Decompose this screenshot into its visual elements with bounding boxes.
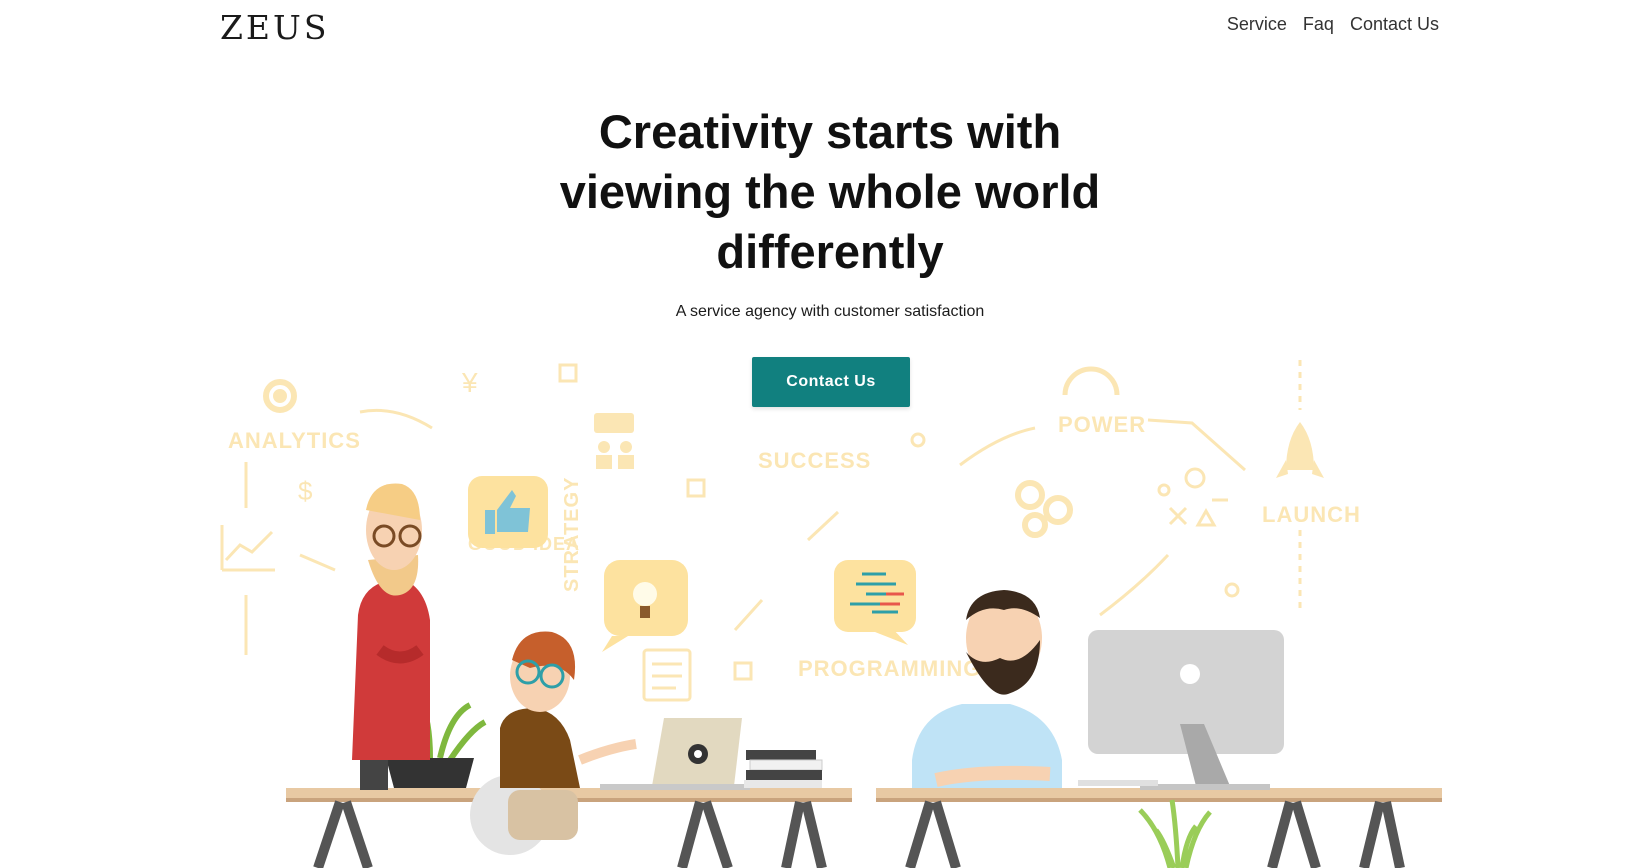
doodle-label-good-idea: GOOD IDEA bbox=[468, 534, 580, 554]
hero-title-line: Creativity starts with bbox=[598, 105, 1062, 158]
gears-icon bbox=[1015, 480, 1073, 538]
desktop-monitor bbox=[1078, 630, 1284, 790]
hero-subtitle: A service agency with customer satisfact… bbox=[675, 303, 985, 320]
people-doodle-icon bbox=[594, 413, 634, 469]
potted-plant bbox=[383, 698, 487, 788]
small-gear-icon bbox=[910, 432, 926, 448]
doodle-label-success: SUCCESS bbox=[758, 448, 871, 473]
hero-title-line: viewing the whole world bbox=[559, 165, 1101, 218]
doodle-label-power: POWER bbox=[1058, 412, 1146, 437]
dollar-icon: $ bbox=[298, 476, 313, 506]
notes-doodle-icon bbox=[642, 648, 692, 702]
rocket-icon bbox=[1276, 422, 1324, 478]
doodle-label-strategy: STRATEGY bbox=[561, 477, 583, 592]
standing-man-character bbox=[352, 483, 430, 790]
lightbulb-icon bbox=[633, 582, 657, 606]
hero-title-line: differently bbox=[716, 225, 944, 278]
nav-link-service[interactable]: Service bbox=[1227, 14, 1287, 35]
checkbox-doodle-icon bbox=[733, 661, 753, 681]
arrow-icon bbox=[733, 598, 764, 632]
hero-title: Creativity starts with viewing the whole… bbox=[0, 102, 1625, 282]
grass-plant bbox=[1138, 799, 1212, 868]
brand-logo[interactable]: ZEUS bbox=[220, 8, 329, 47]
arrow-icon bbox=[359, 408, 433, 430]
small-gear-icon bbox=[1157, 483, 1171, 497]
nav-link-faq[interactable]: Faq bbox=[1303, 14, 1334, 35]
landing-page: ANALYTICS SUCCESS POWER GOOD IDEA STRATE… bbox=[0, 0, 1625, 868]
sitting-woman-character bbox=[470, 631, 637, 855]
math-doodle-icon bbox=[1168, 467, 1228, 527]
chart-doodle-icon bbox=[220, 525, 275, 572]
code-bubble bbox=[834, 560, 916, 645]
like-bubble bbox=[468, 476, 548, 548]
book-stack bbox=[744, 750, 823, 788]
gear-icon bbox=[263, 379, 297, 413]
bearded-man-character bbox=[912, 590, 1062, 788]
arrow-icon bbox=[806, 510, 840, 542]
doodle-label-launch: LAUNCH bbox=[1262, 502, 1361, 527]
arrow-icon bbox=[1099, 553, 1170, 617]
gauge-icon bbox=[1062, 366, 1120, 396]
small-gear-icon bbox=[1224, 582, 1240, 598]
arrow-icon bbox=[959, 426, 1036, 467]
arrow-icon bbox=[1147, 418, 1246, 472]
checkbox-doodle-icon bbox=[686, 478, 706, 498]
idea-bubble bbox=[602, 560, 688, 652]
thumbs-up-icon bbox=[497, 490, 530, 532]
yen-icon: ¥ bbox=[461, 367, 478, 398]
doodle-label-analytics: ANALYTICS bbox=[228, 428, 361, 453]
right-desk bbox=[876, 788, 1442, 868]
doodle-background: ANALYTICS SUCCESS POWER GOOD IDEA STRATE… bbox=[220, 360, 1361, 702]
doodle-label-programming: PROGRAMMING bbox=[798, 656, 981, 681]
left-desk bbox=[286, 788, 852, 868]
nav-link-contact-us[interactable]: Contact Us bbox=[1350, 14, 1439, 35]
checkbox-doodle-icon bbox=[558, 363, 578, 383]
main-nav: Service Faq Contact Us bbox=[1211, 14, 1439, 35]
contact-us-button[interactable]: Contact Us bbox=[752, 357, 910, 407]
arrow-icon bbox=[299, 553, 336, 572]
code-lines-icon bbox=[850, 572, 900, 614]
laptop bbox=[600, 718, 750, 790]
